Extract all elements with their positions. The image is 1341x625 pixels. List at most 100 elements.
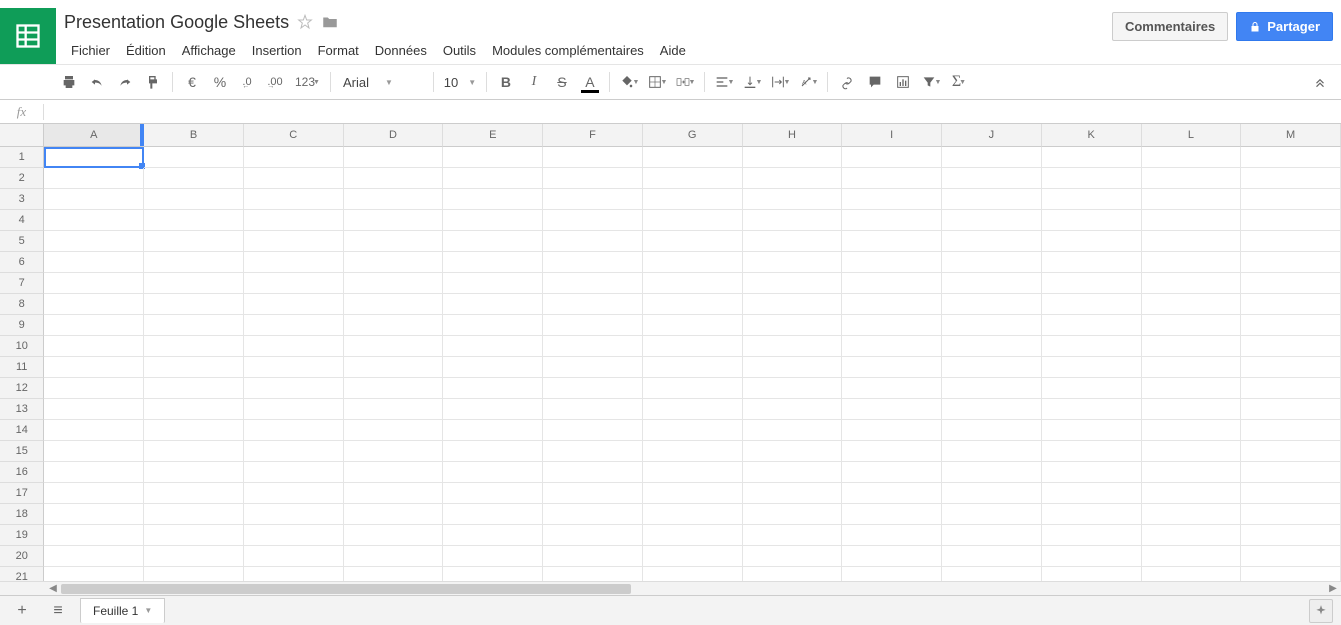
cell[interactable] — [244, 147, 344, 168]
cell[interactable] — [942, 273, 1042, 294]
cell[interactable] — [1042, 420, 1142, 441]
cell[interactable] — [144, 357, 244, 378]
cell[interactable] — [1241, 231, 1341, 252]
cell[interactable] — [743, 273, 843, 294]
cell[interactable] — [244, 441, 344, 462]
cell[interactable] — [842, 378, 942, 399]
cell[interactable] — [842, 420, 942, 441]
cell[interactable] — [842, 567, 942, 581]
cell[interactable] — [543, 546, 643, 567]
insert-link-icon[interactable] — [834, 69, 860, 95]
cell[interactable] — [1241, 504, 1341, 525]
cell[interactable] — [144, 504, 244, 525]
cell[interactable] — [344, 210, 444, 231]
cell[interactable] — [244, 210, 344, 231]
cell[interactable] — [244, 231, 344, 252]
cell[interactable] — [443, 378, 543, 399]
scroll-thumb[interactable] — [61, 584, 631, 594]
column-header[interactable]: I — [842, 124, 942, 147]
cell[interactable] — [643, 231, 743, 252]
cell[interactable] — [1142, 210, 1242, 231]
cell[interactable] — [1241, 210, 1341, 231]
cell[interactable] — [1142, 483, 1242, 504]
cell[interactable] — [942, 378, 1042, 399]
cell[interactable] — [244, 336, 344, 357]
cell[interactable] — [1241, 399, 1341, 420]
menu-fichier[interactable]: Fichier — [64, 39, 117, 62]
cell[interactable] — [1142, 168, 1242, 189]
cell[interactable] — [244, 252, 344, 273]
cell[interactable] — [44, 462, 144, 483]
cell[interactable] — [443, 210, 543, 231]
cell[interactable] — [44, 252, 144, 273]
row-header[interactable]: 13 — [0, 399, 44, 420]
cell[interactable] — [743, 378, 843, 399]
cell[interactable] — [244, 315, 344, 336]
cell[interactable] — [244, 294, 344, 315]
cell[interactable] — [1042, 378, 1142, 399]
cell[interactable] — [543, 525, 643, 546]
cell[interactable] — [1241, 420, 1341, 441]
cell[interactable] — [942, 168, 1042, 189]
cell[interactable] — [244, 525, 344, 546]
row-header[interactable]: 6 — [0, 252, 44, 273]
cell[interactable] — [244, 378, 344, 399]
cell[interactable] — [1142, 294, 1242, 315]
cell[interactable] — [743, 315, 843, 336]
row-header[interactable]: 14 — [0, 420, 44, 441]
cell[interactable] — [543, 483, 643, 504]
cell[interactable] — [1241, 189, 1341, 210]
cell[interactable] — [643, 420, 743, 441]
cell[interactable] — [543, 210, 643, 231]
cell[interactable] — [743, 168, 843, 189]
row-header[interactable]: 1 — [0, 147, 44, 168]
cell[interactable] — [1241, 315, 1341, 336]
cell[interactable] — [1042, 546, 1142, 567]
cell[interactable] — [1241, 294, 1341, 315]
cell[interactable] — [743, 294, 843, 315]
cell[interactable] — [743, 231, 843, 252]
cell[interactable] — [942, 546, 1042, 567]
cell[interactable] — [643, 336, 743, 357]
cell[interactable] — [743, 525, 843, 546]
cell[interactable] — [543, 168, 643, 189]
row-header[interactable]: 2 — [0, 168, 44, 189]
column-header[interactable]: D — [344, 124, 444, 147]
row-header[interactable]: 21 — [0, 567, 44, 581]
cell[interactable] — [344, 336, 444, 357]
cell[interactable] — [443, 525, 543, 546]
cell[interactable] — [344, 315, 444, 336]
cell[interactable] — [144, 441, 244, 462]
cell[interactable] — [443, 147, 543, 168]
cell[interactable] — [942, 315, 1042, 336]
cell[interactable] — [144, 189, 244, 210]
cell[interactable] — [144, 462, 244, 483]
cell[interactable] — [842, 525, 942, 546]
cell[interactable] — [344, 378, 444, 399]
cell[interactable] — [443, 483, 543, 504]
cell[interactable] — [244, 399, 344, 420]
functions-icon[interactable]: Σ▼ — [946, 69, 972, 95]
cell[interactable] — [543, 336, 643, 357]
cell[interactable] — [543, 441, 643, 462]
cell[interactable] — [842, 189, 942, 210]
column-header[interactable]: C — [244, 124, 344, 147]
row-header[interactable]: 7 — [0, 273, 44, 294]
cell[interactable] — [44, 147, 144, 168]
cell[interactable] — [344, 546, 444, 567]
cell[interactable] — [743, 441, 843, 462]
bold-button[interactable]: B — [493, 69, 519, 95]
cell[interactable] — [942, 189, 1042, 210]
cell[interactable] — [443, 420, 543, 441]
horizontal-align-button[interactable]: ▼ — [711, 69, 737, 95]
row-header[interactable]: 8 — [0, 294, 44, 315]
cell[interactable] — [743, 147, 843, 168]
cell[interactable] — [743, 483, 843, 504]
cell[interactable] — [1241, 483, 1341, 504]
cell[interactable] — [1142, 189, 1242, 210]
cell[interactable] — [144, 378, 244, 399]
cell[interactable] — [1241, 357, 1341, 378]
comments-button[interactable]: Commentaires — [1112, 12, 1228, 41]
cell[interactable] — [543, 357, 643, 378]
cell[interactable] — [1042, 357, 1142, 378]
